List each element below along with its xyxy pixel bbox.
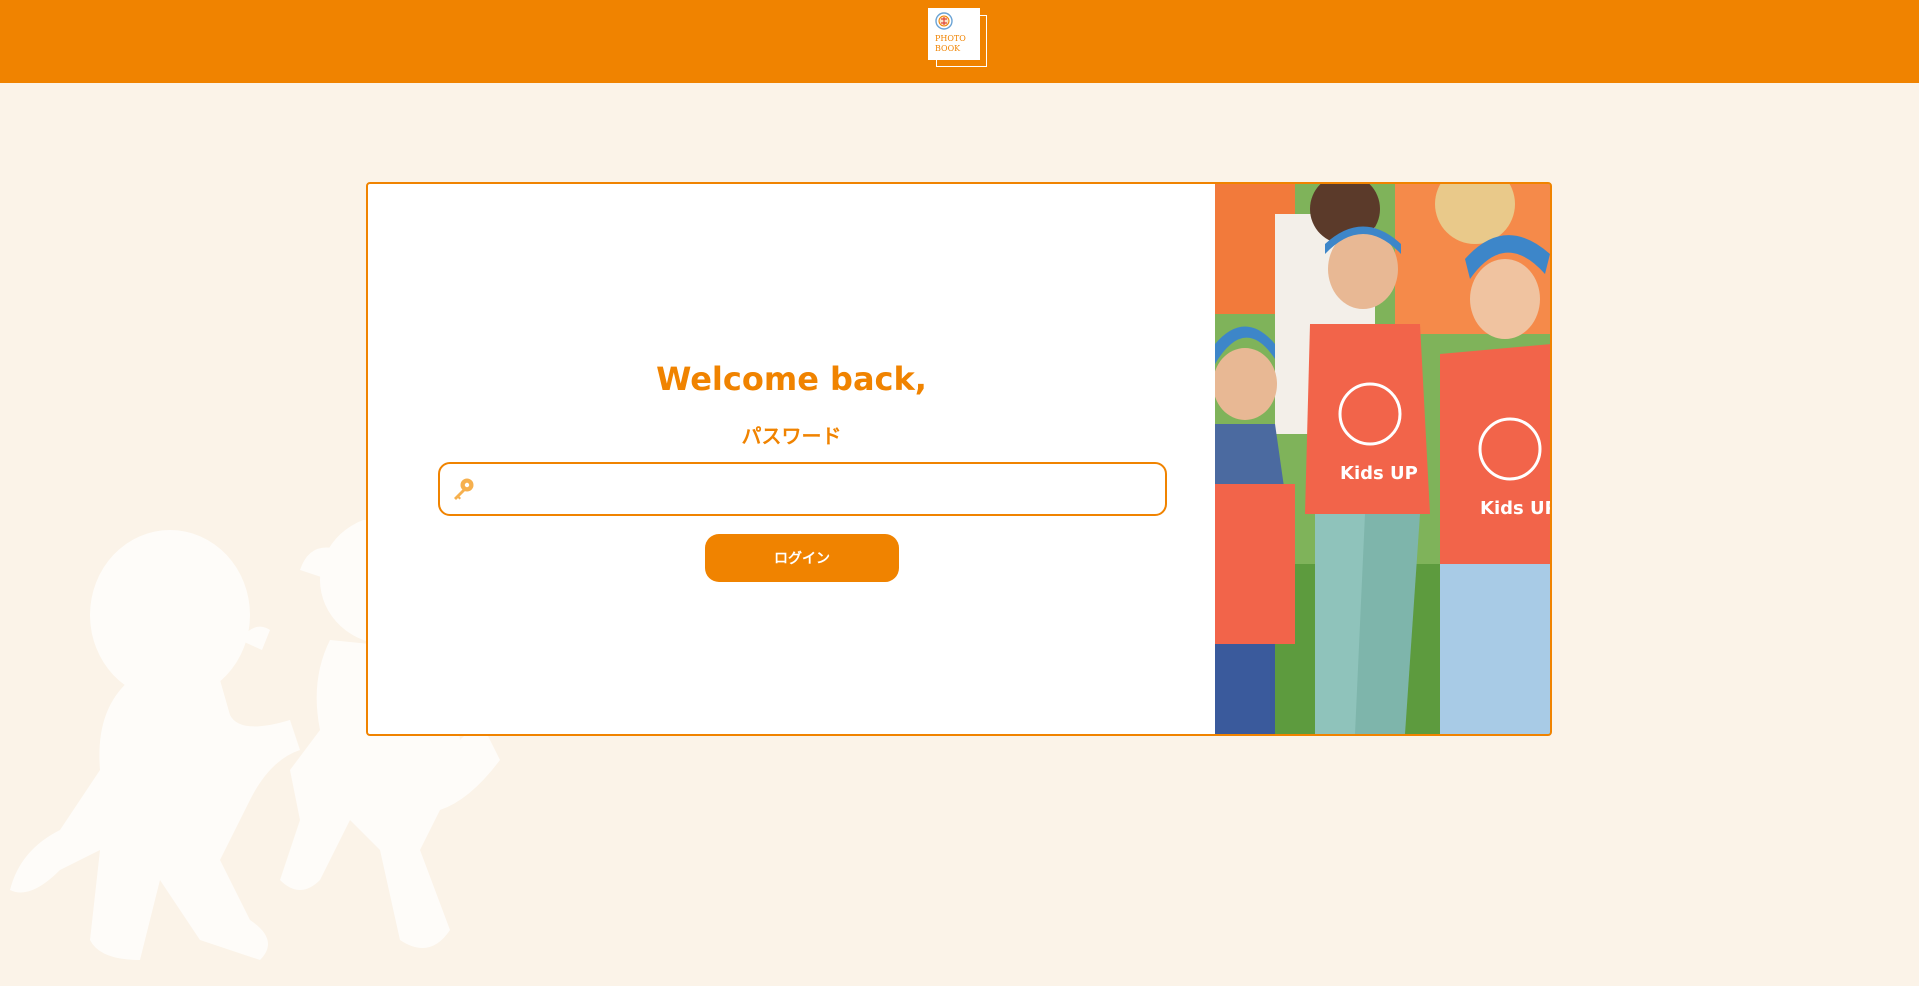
photobook-logo[interactable]: PHOTO BOOK <box>928 8 990 68</box>
logo-text-line2: BOOK <box>935 44 961 53</box>
kids-running-photo: Kids UP Kids UP <box>1215 184 1552 734</box>
welcome-title: Welcome back, <box>656 360 927 398</box>
password-field[interactable] <box>438 462 1167 516</box>
login-card: Welcome back, パスワード ログイン Kids UP Kids UP <box>366 182 1552 736</box>
logo-front-card: PHOTO BOOK <box>928 8 980 60</box>
logo-text-line1: PHOTO <box>935 34 966 43</box>
kids-photo-illustration: Kids UP Kids UP <box>1215 184 1552 734</box>
globe-emblem-icon <box>935 12 953 30</box>
login-form-panel: Welcome back, パスワード ログイン <box>368 184 1215 734</box>
key-icon <box>454 478 474 500</box>
vest-text-center: Kids UP <box>1340 463 1418 484</box>
logo-text: PHOTO BOOK <box>935 34 979 54</box>
password-input[interactable] <box>486 464 1162 514</box>
login-button[interactable]: ログイン <box>705 534 899 582</box>
top-header-bar: PHOTO BOOK <box>0 0 1919 83</box>
vest-text-right: Kids UP <box>1480 498 1552 519</box>
password-label: パスワード <box>741 424 842 448</box>
